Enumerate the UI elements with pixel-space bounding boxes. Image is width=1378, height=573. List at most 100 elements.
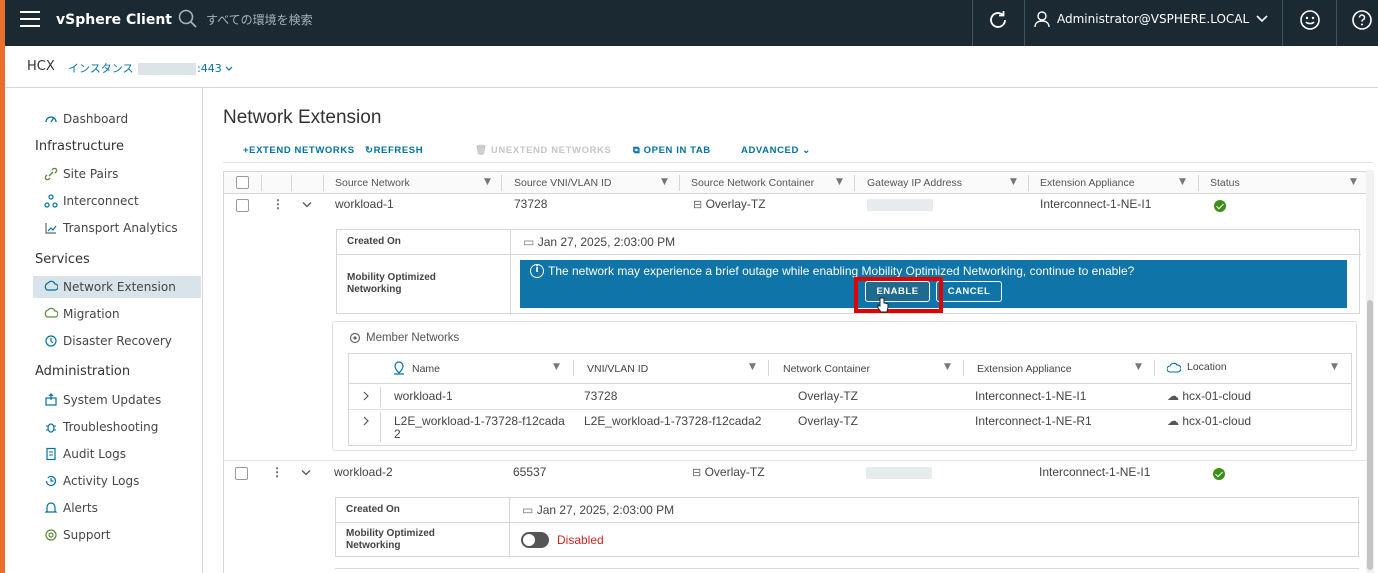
sidebar-item-label: Network Extension <box>63 280 176 294</box>
created-on-label: Created On <box>347 236 401 247</box>
mon-status: Disabled <box>557 533 604 547</box>
global-search[interactable]: すべての環境を検索 <box>178 9 313 29</box>
main-content: Network Extension +EXTEND NETWORKS ↻REFR… <box>203 88 1378 573</box>
menu-icon[interactable] <box>20 11 40 29</box>
column-separator <box>501 175 502 191</box>
mn-location-cell: ☁ hcx-01-cloud <box>1167 390 1251 403</box>
sidebar-item-network-extension[interactable]: Network Extension <box>33 276 201 298</box>
column-status[interactable]: Status <box>1210 177 1240 189</box>
cloud-icon <box>1167 362 1181 373</box>
sidebar-item-disaster-recovery[interactable]: Disaster Recovery <box>33 330 172 352</box>
row-divider <box>349 409 1351 410</box>
filter-icon[interactable]: ▼ <box>944 362 951 372</box>
select-all-checkbox[interactable] <box>236 176 249 189</box>
button-label: EXTEND NETWORKS <box>249 145 355 156</box>
sidebar-item-label: Interconnect <box>63 194 139 208</box>
instance-label: インスタンス <box>68 62 134 75</box>
detail-divider <box>509 498 510 558</box>
scrollbar-thumb[interactable] <box>1367 300 1373 570</box>
sidebar-item-system-updates[interactable]: System Updates <box>33 389 161 411</box>
sidebar-item-activity-logs[interactable]: Activity Logs <box>33 470 139 492</box>
member-networks-title: Member Networks <box>349 332 459 344</box>
location-label: hcx-01-cloud <box>1182 389 1252 403</box>
filter-icon[interactable]: ▼ <box>1010 177 1017 187</box>
grid-toolbar: +EXTEND NETWORKS ↻REFRESH 🗑 UNEXTEND NET… <box>223 139 1373 163</box>
mn-column-appliance[interactable]: Extension Appliance <box>977 363 1072 375</box>
extend-networks-button[interactable]: +EXTEND NETWORKS <box>243 145 355 156</box>
sidebar-item-interconnect[interactable]: Interconnect <box>33 190 139 212</box>
sidebar-item-label: Site Pairs <box>63 167 119 181</box>
filter-icon[interactable]: ▼ <box>1135 362 1142 372</box>
unextend-networks-button[interactable]: 🗑 UNEXTEND NETWORKS <box>475 145 611 156</box>
filter-icon[interactable]: ▼ <box>1179 177 1186 187</box>
column-separator <box>963 360 964 376</box>
filter-icon[interactable]: ▼ <box>749 362 756 372</box>
chevron-right-icon[interactable] <box>362 416 370 426</box>
refresh-icon[interactable] <box>986 8 1010 32</box>
mn-name-line: L2E_workload-1-73728-f12cada <box>394 414 565 428</box>
mn-column-location[interactable]: Location <box>1187 361 1227 373</box>
app-title[interactable]: vSphere Client <box>56 12 172 28</box>
filter-icon[interactable]: ▼ <box>836 177 843 187</box>
mn-container-cell: Overlay-TZ <box>798 389 858 403</box>
sidebar-item-migration[interactable]: Migration <box>33 303 120 325</box>
sidebar-item-label: Dashboard <box>63 112 129 126</box>
sidebar-item-site-pairs[interactable]: Site Pairs <box>33 163 118 185</box>
sidebar-item-dashboard[interactable]: Dashboard <box>33 108 128 130</box>
column-gateway-ip[interactable]: Gateway IP Address <box>867 177 962 189</box>
mn-column-name[interactable]: Name <box>412 363 440 375</box>
vertical-scrollbar[interactable] <box>1366 170 1374 573</box>
redacted-gateway-ip <box>866 467 932 479</box>
help-icon[interactable] <box>1350 8 1374 32</box>
search-icon <box>178 9 197 28</box>
chevron-down-icon[interactable] <box>301 469 311 477</box>
instance-selector[interactable]: インスタンス :443 <box>68 60 233 76</box>
column-separator <box>679 175 680 191</box>
sidebar-item-alerts[interactable]: Alerts <box>33 497 98 519</box>
column-separator <box>1198 175 1199 191</box>
user-menu[interactable]: Administrator@VSPHERE.LOCAL <box>1033 10 1275 28</box>
redacted-gateway-ip <box>867 199 933 211</box>
row-checkbox[interactable] <box>236 199 249 212</box>
column-extension-appliance[interactable]: Extension Appliance <box>1040 177 1135 189</box>
filter-icon[interactable]: ▼ <box>661 177 668 187</box>
mn-column-vni[interactable]: VNI/VLAN ID <box>587 363 648 375</box>
sidebar-item-audit-logs[interactable]: Audit Logs <box>33 443 126 465</box>
search-input[interactable]: すべての環境を検索 <box>206 11 313 28</box>
advanced-dropdown[interactable]: ADVANCED ⌄ <box>741 145 811 156</box>
segment-icon: ⊟ <box>692 467 702 479</box>
container-cell: ⊟ Overlay-TZ <box>692 465 765 479</box>
column-source-vni[interactable]: Source VNI/VLAN ID <box>514 177 611 189</box>
mon-label: Mobility Optimized Networking <box>346 528 435 552</box>
cancel-button[interactable]: CANCEL <box>936 281 1002 302</box>
refresh-button[interactable]: ↻REFRESH <box>365 145 423 156</box>
chevron-down-icon: ⌄ <box>802 145 811 156</box>
chevron-down-icon[interactable] <box>302 201 312 209</box>
location-pin-icon <box>394 361 404 375</box>
mon-toggle[interactable] <box>521 532 549 548</box>
button-label: OPEN IN TAB <box>643 145 711 156</box>
sidebar-item-troubleshooting[interactable]: Troubleshooting <box>33 416 158 438</box>
column-source-container[interactable]: Source Network Container <box>691 177 814 189</box>
button-label: ADVANCED <box>741 145 799 156</box>
sidebar-item-support[interactable]: Support <box>33 524 110 546</box>
redacted-hostname <box>138 63 197 75</box>
status-ok-icon <box>1213 468 1225 480</box>
column-source-network[interactable]: Source Network <box>335 177 410 189</box>
row-actions-icon[interactable]: ⋮ <box>271 465 283 479</box>
dashboard-icon <box>43 111 59 127</box>
feedback-smile-icon[interactable] <box>1298 8 1322 32</box>
row-checkbox[interactable] <box>235 467 248 480</box>
document-icon <box>43 446 59 462</box>
mn-column-container[interactable]: Network Container <box>783 363 870 375</box>
open-in-tab-button[interactable]: ⧉ OPEN IN TAB <box>633 145 711 156</box>
filter-icon[interactable]: ▼ <box>484 177 491 187</box>
status-ok-icon <box>1214 200 1226 212</box>
row-actions-icon[interactable]: ⋮ <box>272 197 284 211</box>
filter-icon[interactable]: ▼ <box>553 362 560 372</box>
filter-icon[interactable]: ▼ <box>1331 362 1338 372</box>
chevron-right-icon[interactable] <box>362 391 370 401</box>
sidebar-item-transport-analytics[interactable]: Transport Analytics <box>33 217 178 239</box>
sidebar-item-label: Disaster Recovery <box>63 334 172 348</box>
filter-icon[interactable]: ▼ <box>1350 177 1357 187</box>
